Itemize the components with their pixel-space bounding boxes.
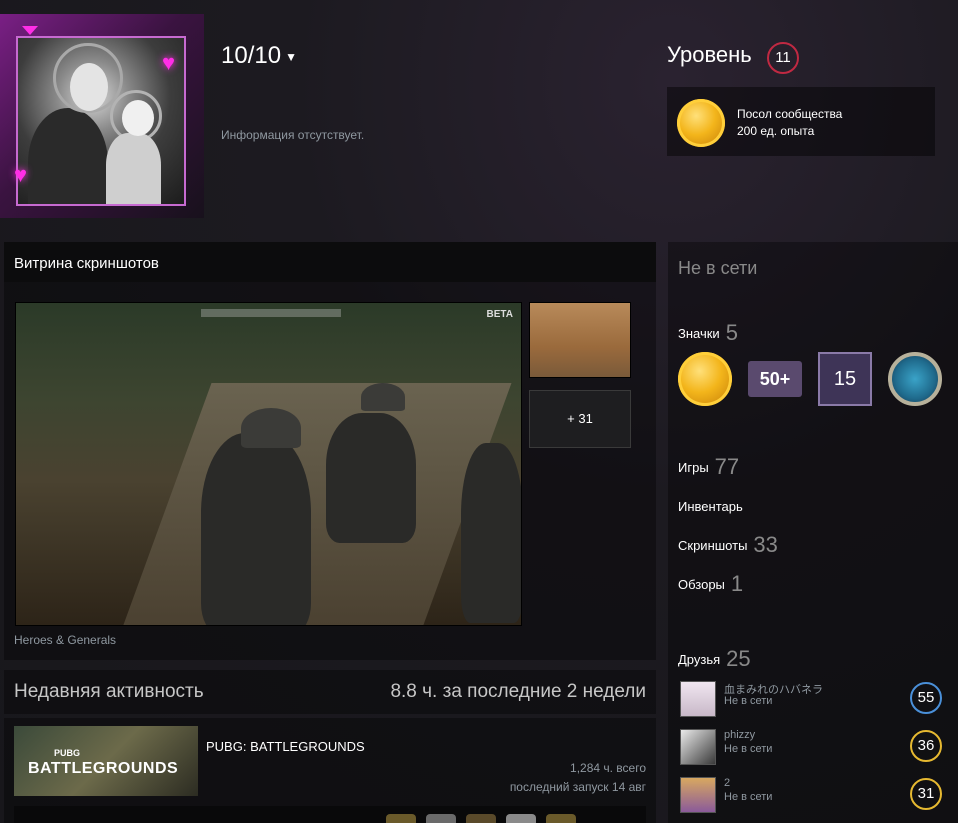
friend-avatar [680, 777, 716, 813]
achievement-icon[interactable] [506, 814, 536, 823]
level-badge[interactable]: 11 [767, 42, 799, 74]
friend-level-badge: 31 [910, 778, 942, 810]
favorite-badge[interactable]: Посол сообщества 200 ед. опыта [667, 87, 935, 156]
screenshots-link[interactable]: Скриншоты 33 [678, 532, 778, 558]
heart-icon: ♥ [162, 50, 176, 75]
game-name-link[interactable]: PUBG: BATTLEGROUNDS [206, 739, 365, 754]
level-label: Уровень [667, 42, 752, 67]
friend-level-badge: 36 [910, 730, 942, 762]
friend-avatar [680, 729, 716, 765]
achievement-icon[interactable] [546, 814, 576, 823]
favorite-badge-xp: 200 ед. опыта [737, 124, 815, 138]
more-screenshots-button[interactable]: + 31 [529, 390, 631, 448]
recent-activity-label: Недавняя активность [14, 681, 204, 702]
community-ambassador-badge-icon[interactable] [678, 352, 732, 406]
inventory-link[interactable]: Инвентарь [678, 499, 743, 514]
globe-badge-icon[interactable] [888, 352, 942, 406]
side-screenshot[interactable] [529, 302, 631, 378]
frame-ornament-icon [22, 26, 38, 35]
avatar[interactable] [16, 36, 186, 206]
friend-avatar [680, 681, 716, 717]
favorite-badge-name: Посол сообщества [737, 107, 843, 121]
screenshot-caption[interactable]: Heroes & Generals [14, 633, 116, 647]
recent-activity-header: Недавняя активность 8.8 ч. за последние … [4, 670, 656, 714]
friend-level-badge: 55 [910, 682, 942, 714]
persona-name[interactable]: 10/10 ▼ [221, 42, 297, 70]
games-50-badge-icon[interactable]: 50+ [748, 361, 802, 397]
game-total-hours: 1,284 ч. всего [570, 761, 646, 775]
recent-activity-hours: 8.8 ч. за последние 2 недели [390, 681, 646, 702]
community-ambassador-coin-icon [677, 99, 725, 147]
friends-link[interactable]: Друзья 25 [678, 646, 751, 672]
achievement-icon[interactable] [386, 814, 416, 823]
achievement-icon[interactable] [466, 814, 496, 823]
screenshot-showcase: Витрина скриншотов BETA + 31 Heroes & Ge… [4, 242, 656, 660]
friend-item[interactable]: phizzy Не в сети 36 [680, 727, 956, 767]
game-last-played: последний запуск 14 авг [509, 780, 646, 794]
games-link[interactable]: Игры 77 [678, 454, 739, 480]
years-15-badge-icon[interactable]: 15 [818, 352, 872, 406]
reviews-link[interactable]: Обзоры 1 [678, 571, 743, 597]
friend-item[interactable]: 2 Не в сети 31 [680, 775, 956, 815]
main-screenshot[interactable]: BETA [15, 302, 522, 626]
achievement-icon[interactable] [426, 814, 456, 823]
showcase-title: Витрина скриншотов [4, 242, 656, 282]
heart-icon: ♥ [14, 162, 28, 187]
profile-summary: Информация отсутствует. [221, 128, 365, 142]
profile-sidebar: Не в сети Значки 5 50+ 15 Игры 77 Инвентар… [668, 242, 958, 823]
game-capsule[interactable]: PUBG BATTLEGROUNDS [14, 726, 198, 796]
badges-link[interactable]: Значки 5 [678, 320, 738, 346]
hud-bar [201, 309, 341, 317]
recent-game-row: PUBG BATTLEGROUNDS PUBG: BATTLEGROUNDS 1… [4, 718, 656, 823]
avatar-frame: ♥ ♥ [0, 14, 204, 218]
beta-label: BETA [486, 309, 513, 320]
chevron-down-icon[interactable]: ▼ [285, 50, 297, 64]
friend-item[interactable]: 血まみれのハバネラ Не в сети 55 [680, 679, 956, 719]
online-status: Не в сети [678, 258, 758, 278]
